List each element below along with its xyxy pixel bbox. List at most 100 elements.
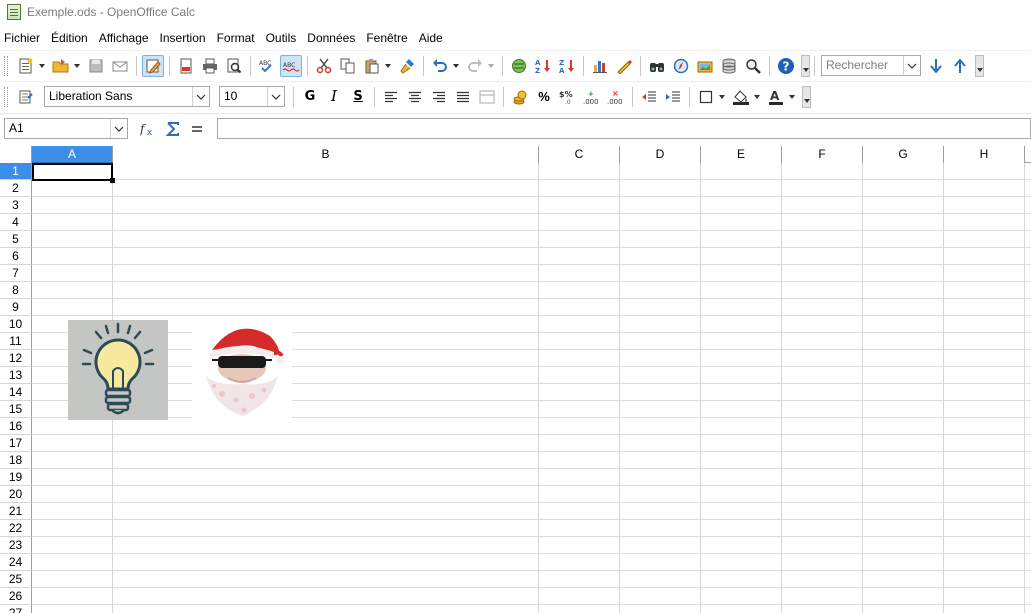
draw-functions-icon[interactable] [613,55,635,77]
redo-icon[interactable] [464,55,486,77]
currency-format-icon[interactable] [509,86,531,108]
column-header-a[interactable]: A [32,146,113,163]
toolbar-overflow-icon[interactable] [801,54,810,77]
save-icon[interactable] [85,55,107,77]
menu-fenetre[interactable]: Fenêtre [362,31,411,45]
autospellcheck-icon[interactable]: ABC [280,54,302,77]
font-size-input[interactable]: 10 [220,87,267,106]
clone-formatting-icon[interactable] [396,55,418,77]
toolbar-grip[interactable] [4,86,8,107]
font-color-icon[interactable]: A [765,86,787,108]
column-header-d[interactable]: D [620,146,701,163]
menu-insertion[interactable]: Insertion [156,31,210,45]
row-header[interactable]: 27 [0,605,32,613]
row-header[interactable]: 4 [0,214,32,231]
format-toolbar-overflow-icon[interactable] [802,85,811,108]
sort-ascending-icon[interactable]: AZ [532,55,554,77]
chart-icon[interactable] [589,55,611,77]
export-pdf-icon[interactable] [175,55,197,77]
undo-dropdown[interactable] [452,55,460,77]
sort-descending-icon[interactable]: ZA [556,55,578,77]
row-header[interactable]: 25 [0,571,32,588]
decrease-indent-icon[interactable] [638,86,660,108]
formula-input[interactable] [217,118,1031,139]
row-header[interactable]: 20 [0,486,32,503]
selected-cell-cursor[interactable] [32,163,115,183]
delete-decimal-icon[interactable]: × .000 [605,86,627,108]
search-input[interactable]: Rechercher [822,56,903,75]
column-header-g[interactable]: G [863,146,944,163]
standard-number-format-icon[interactable]: $% .0 [557,86,579,108]
menu-aide[interactable]: Aide [415,31,447,45]
find-next-arrow-icon[interactable] [925,55,947,77]
row-header[interactable]: 11 [0,333,32,350]
row-header[interactable]: 12 [0,350,32,367]
row-header[interactable]: 3 [0,197,32,214]
open-dropdown[interactable] [73,55,81,77]
row-header[interactable]: 18 [0,452,32,469]
column-header-f[interactable]: F [782,146,863,163]
name-box-input[interactable]: A1 [5,119,110,138]
column-header-h[interactable]: H [944,146,1025,163]
bold-button[interactable]: G [299,86,321,108]
row-header[interactable]: 24 [0,554,32,571]
open-folder-icon[interactable] [50,55,72,77]
row-header[interactable]: 5 [0,231,32,248]
row-header[interactable]: 13 [0,367,32,384]
help-icon[interactable]: ? [775,55,797,77]
row-header[interactable]: 26 [0,588,32,605]
email-icon[interactable] [109,55,131,77]
borders-dropdown[interactable] [718,86,726,108]
underline-button[interactable]: S [347,86,369,108]
gallery-icon[interactable] [694,55,716,77]
search-toolbar-overflow-icon[interactable] [975,54,984,77]
row-header[interactable]: 10 [0,316,32,333]
add-decimal-icon[interactable]: + .000 [581,86,603,108]
search-dropdown-icon[interactable] [903,56,920,75]
lightbulb-image[interactable] [68,320,168,420]
increase-indent-icon[interactable] [662,86,684,108]
new-document-icon[interactable] [15,55,37,77]
menu-edition[interactable]: Édition [47,31,92,45]
print-icon[interactable] [199,55,221,77]
row-header[interactable]: 14 [0,384,32,401]
font-size-dropdown-icon[interactable] [267,87,284,106]
undo-icon[interactable] [429,55,451,77]
row-header[interactable]: 6 [0,248,32,265]
row-header[interactable]: 23 [0,537,32,554]
styles-formatting-icon[interactable] [15,86,37,108]
font-color-dropdown[interactable] [788,86,796,108]
row-header[interactable]: 16 [0,418,32,435]
search-combo[interactable]: Rechercher [821,55,921,76]
background-color-dropdown[interactable] [753,86,761,108]
column-header-e[interactable]: E [701,146,782,163]
menu-outils[interactable]: Outils [262,31,301,45]
name-box[interactable]: A1 [4,118,128,139]
zoom-icon[interactable] [742,55,764,77]
merge-cells-icon[interactable] [476,86,498,108]
row-header[interactable]: 19 [0,469,32,486]
column-header-c[interactable]: C [539,146,620,163]
row-header[interactable]: 7 [0,265,32,282]
spellcheck-icon[interactable]: ABC [256,55,278,77]
menu-fichier[interactable]: Fichier [0,31,44,45]
font-name-input[interactable]: Liberation Sans [45,87,192,106]
row-header[interactable]: 8 [0,282,32,299]
borders-icon[interactable] [695,86,717,108]
justify-icon[interactable] [452,86,474,108]
paste-dropdown[interactable] [384,55,392,77]
hyperlink-icon[interactable] [508,55,530,77]
font-name-dropdown-icon[interactable] [192,87,209,106]
percent-format-button[interactable]: % [533,86,555,108]
find-previous-arrow-icon[interactable] [949,55,971,77]
redo-dropdown[interactable] [487,55,495,77]
santa-sunglasses-image[interactable] [192,320,292,420]
row-header[interactable]: 22 [0,520,32,537]
row-header[interactable]: 2 [0,180,32,197]
sum-icon[interactable] [162,118,184,140]
edit-file-icon[interactable] [142,54,164,77]
row-header[interactable]: 17 [0,435,32,452]
cut-icon[interactable] [313,55,335,77]
row-header[interactable]: 1 [0,163,32,180]
menu-affichage[interactable]: Affichage [95,31,153,45]
